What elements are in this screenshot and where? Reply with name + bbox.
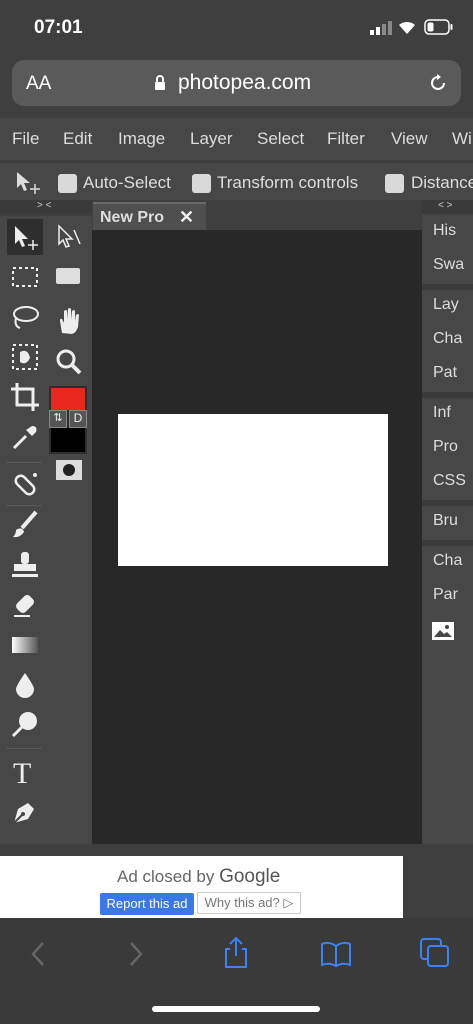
home-indicator: [152, 1006, 320, 1012]
ad-closed-text: Ad closed by Google: [117, 866, 281, 887]
move-icon[interactable]: [8, 220, 42, 254]
status-bar: 07:01: [0, 0, 473, 56]
panel-info[interactable]: Inf: [433, 404, 451, 422]
menu-window[interactable]: Wi: [452, 129, 472, 149]
panel-swatches[interactable]: Swa: [433, 256, 464, 274]
panel-layers[interactable]: Lay: [433, 296, 459, 314]
menu-file[interactable]: File: [12, 129, 39, 149]
panel-separator: [422, 284, 473, 290]
gradient-icon[interactable]: [8, 628, 42, 662]
why-this-ad-button[interactable]: Why this ad? ▷: [197, 892, 301, 914]
tool-separator: [6, 748, 42, 749]
auto-select-label: Auto-Select: [83, 173, 171, 192]
panel-properties[interactable]: Pro: [433, 438, 458, 456]
close-tab-icon[interactable]: ✕: [179, 207, 194, 228]
panel-css[interactable]: CSS: [433, 472, 466, 490]
quick-mask-icon[interactable]: [56, 460, 82, 480]
move-tool-icon[interactable]: [14, 170, 42, 196]
blur-icon[interactable]: [8, 668, 42, 702]
collapse-left-toggle[interactable]: > <: [37, 200, 51, 211]
menu-bar: File Edit Image Layer Select Filter View…: [0, 118, 473, 160]
quick-select-icon[interactable]: [8, 340, 42, 374]
crop-icon[interactable]: [8, 380, 42, 414]
panel-brush[interactable]: Bru: [433, 512, 458, 530]
panel-paragraph[interactable]: Par: [433, 586, 458, 604]
lock-icon: [155, 75, 165, 90]
back-icon[interactable]: [28, 940, 48, 968]
share-icon[interactable]: [222, 936, 250, 970]
url-text: photopea.com: [178, 71, 312, 94]
panel-paths[interactable]: Pat: [433, 364, 457, 382]
svg-text:T: T: [13, 757, 31, 789]
status-time: 07:01: [34, 17, 83, 38]
document-canvas[interactable]: [118, 414, 388, 566]
type-icon[interactable]: T: [8, 755, 42, 789]
reload-icon[interactable]: [428, 73, 448, 93]
auto-select-checkbox[interactable]: [58, 174, 77, 193]
collapse-right-toggle[interactable]: < >: [438, 200, 452, 211]
eraser-icon[interactable]: [8, 588, 42, 622]
swap-colors-button[interactable]: ⇅: [49, 410, 67, 428]
menu-select[interactable]: Select: [257, 129, 304, 149]
bookmarks-icon[interactable]: [320, 940, 352, 968]
menu-filter[interactable]: Filter: [327, 129, 365, 149]
marquee-icon[interactable]: [8, 260, 42, 294]
transform-controls-label: Transform controls: [217, 173, 359, 192]
panel-channels[interactable]: Cha: [433, 330, 462, 348]
report-ad-button[interactable]: Report this ad: [100, 893, 194, 915]
options-bar: Auto-Select Transform controls Distance: [0, 162, 473, 200]
transform-controls-checkbox[interactable]: [192, 174, 211, 193]
pen-icon[interactable]: [8, 795, 42, 829]
menu-layer[interactable]: Layer: [190, 129, 233, 149]
distances-checkbox[interactable]: [385, 174, 404, 193]
address-bar[interactable]: AA photopea.com: [12, 60, 461, 106]
brush-icon[interactable]: [8, 508, 42, 542]
dodge-icon[interactable]: [8, 708, 42, 742]
menu-image[interactable]: Image: [118, 129, 165, 149]
foreground-color-swatch[interactable]: [51, 388, 85, 410]
tabs-icon[interactable]: [419, 937, 451, 969]
document-tab-title: New Pro: [100, 209, 165, 226]
panel-character[interactable]: Cha: [433, 552, 462, 570]
menu-edit[interactable]: Edit: [63, 129, 92, 149]
forward-icon[interactable]: [126, 940, 146, 968]
eyedropper-icon[interactable]: [8, 420, 42, 454]
hand-icon[interactable]: [52, 305, 86, 339]
panel-separator: [422, 392, 473, 398]
background-color-swatch[interactable]: [51, 428, 85, 452]
shape-icon[interactable]: [52, 260, 86, 294]
path-select-icon[interactable]: [52, 220, 86, 254]
document-tab[interactable]: New Pro ✕: [93, 202, 206, 230]
distances-label: Distance: [411, 173, 473, 192]
panel-separator: [422, 500, 473, 506]
tool-separator: [6, 462, 42, 463]
stamp-icon[interactable]: [8, 548, 42, 582]
lasso-icon[interactable]: [8, 300, 42, 334]
google-brand: Google: [219, 866, 281, 887]
zoom-icon[interactable]: [52, 345, 86, 379]
panel-history[interactable]: His: [433, 222, 456, 240]
signal-icon: [370, 21, 392, 35]
menu-view[interactable]: View: [391, 129, 428, 149]
panel-separator: [422, 540, 473, 546]
default-colors-button[interactable]: D: [69, 410, 87, 428]
tool-separator: [6, 505, 42, 506]
image-icon[interactable]: [431, 621, 455, 641]
battery-icon: [424, 19, 453, 35]
wifi-icon: [399, 21, 415, 34]
healing-icon[interactable]: [8, 468, 42, 502]
reader-text-size-button[interactable]: AA: [26, 73, 51, 95]
